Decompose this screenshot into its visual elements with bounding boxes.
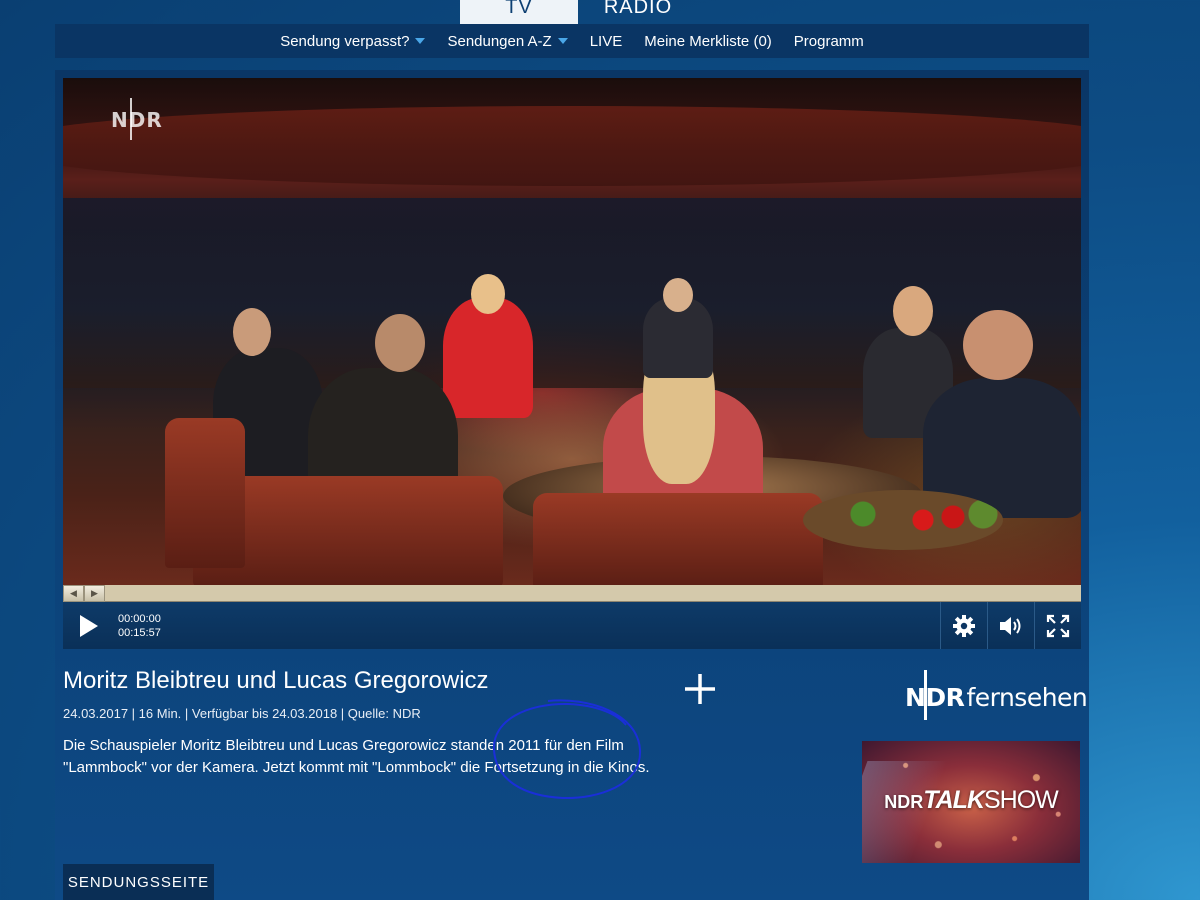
nav-programm[interactable]: Programm: [794, 33, 864, 50]
video-title: Moritz Bleibtreu und Lucas Gregorowicz: [63, 667, 489, 694]
chevron-down-icon: [557, 38, 568, 44]
tab-tv[interactable]: TV: [460, 0, 578, 24]
play-icon: [80, 614, 98, 637]
nav-merkliste-label: Meine Merkliste (0): [644, 32, 772, 50]
tab-radio-label: RADIO: [603, 0, 673, 18]
chevron-left-icon: ◀: [63, 585, 84, 602]
guest-red-dress: [443, 298, 533, 418]
vegetable-basket: [803, 490, 1003, 550]
nav-sendungen-a-z-label: Sendungen A-Z: [447, 32, 552, 50]
volume-button[interactable]: [987, 602, 1034, 649]
plus-icon: [685, 674, 715, 704]
duration: 00:15:57: [118, 626, 161, 639]
settings-button[interactable]: [940, 602, 987, 649]
progress-bar[interactable]: ◀ ▶: [63, 585, 1081, 602]
guest-head: [233, 308, 271, 356]
guest-head: [471, 274, 505, 314]
gear-icon: [953, 614, 975, 637]
armchair-center: [533, 493, 823, 586]
armchair-side: [165, 418, 245, 568]
nav-merkliste[interactable]: Meine Merkliste (0): [644, 33, 772, 50]
talkshow-logo: NDRTALKSHOW: [862, 786, 1080, 815]
video-description: Die Schauspieler Moritz Bleibtreu und Lu…: [63, 737, 650, 776]
tab-radio[interactable]: RADIO: [578, 0, 698, 24]
nav-live[interactable]: LIVE: [590, 33, 623, 50]
main-nav: Sendung verpasst? Sendungen A-Z LIVE Mei…: [55, 24, 1089, 58]
scrub-handle[interactable]: ◀ ▶: [63, 585, 105, 602]
nav-programm-label: Programm: [793, 32, 864, 50]
video-meta: 24.03.2017 | 16 Min. | Verfügbar bis 24.…: [63, 706, 421, 721]
talkshow-logo-talk: TALK: [923, 786, 985, 814]
nav-live-label: LIVE: [589, 32, 623, 50]
chevron-down-icon: [415, 38, 426, 44]
guest-head: [663, 278, 693, 312]
top-tabs: TV RADIO: [460, 0, 698, 24]
fullscreen-icon: [1046, 614, 1070, 637]
nav-sendungen-a-z[interactable]: Sendungen A-Z: [447, 32, 568, 50]
show-page-button[interactable]: SENDUNGSSEITE: [63, 864, 214, 900]
tab-tv-label: TV: [505, 0, 533, 18]
brand-fernsehen: fernsehen: [966, 683, 1088, 712]
add-to-watchlist-button[interactable]: [683, 672, 717, 706]
current-time: 00:00:00: [118, 612, 161, 625]
talkshow-logo-show: SHOW: [984, 786, 1059, 814]
ndr-watermark: NDR: [111, 98, 163, 140]
ndr-fernsehen-logo[interactable]: NDRfernsehen: [905, 683, 1088, 712]
guest-head: [963, 310, 1033, 380]
nav-sendung-verpasst-label: Sendung verpasst?: [280, 32, 410, 50]
guest-head: [893, 286, 933, 336]
talkshow-thumbnail[interactable]: NDRTALKSHOW: [862, 741, 1080, 863]
chevron-right-icon: ▶: [84, 585, 105, 602]
brand-ndr: NDR: [905, 683, 965, 712]
player-controls: 00:00:00 00:15:57: [63, 602, 1081, 649]
nav-sendung-verpasst[interactable]: Sendung verpasst?: [280, 32, 426, 50]
guest-head: [375, 314, 425, 372]
play-button[interactable]: [63, 602, 111, 649]
video-frame[interactable]: NDR: [63, 78, 1081, 586]
talkshow-logo-ndr: NDR: [884, 792, 924, 812]
fullscreen-button[interactable]: [1034, 602, 1081, 649]
time-display: 00:00:00 00:15:57: [118, 612, 161, 640]
volume-icon: [1000, 616, 1021, 635]
stage-backdrop: [63, 106, 1081, 186]
